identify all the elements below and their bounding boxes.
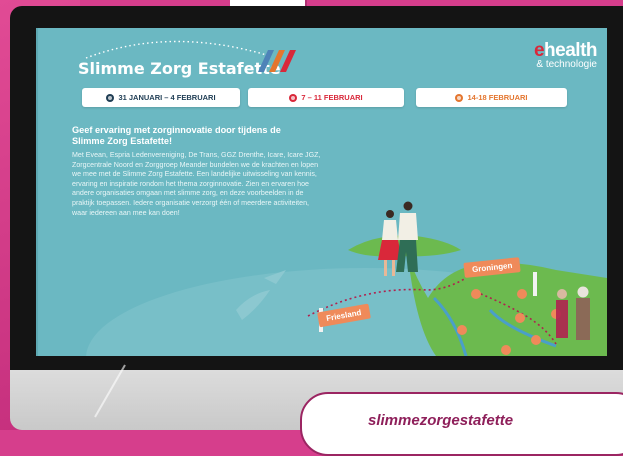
map-illustration bbox=[86, 201, 607, 356]
url-text[interactable]: slimmezorgestafette bbox=[368, 412, 513, 429]
screen: Slimme Zorg Estafette ehealth & technolo… bbox=[36, 28, 607, 356]
